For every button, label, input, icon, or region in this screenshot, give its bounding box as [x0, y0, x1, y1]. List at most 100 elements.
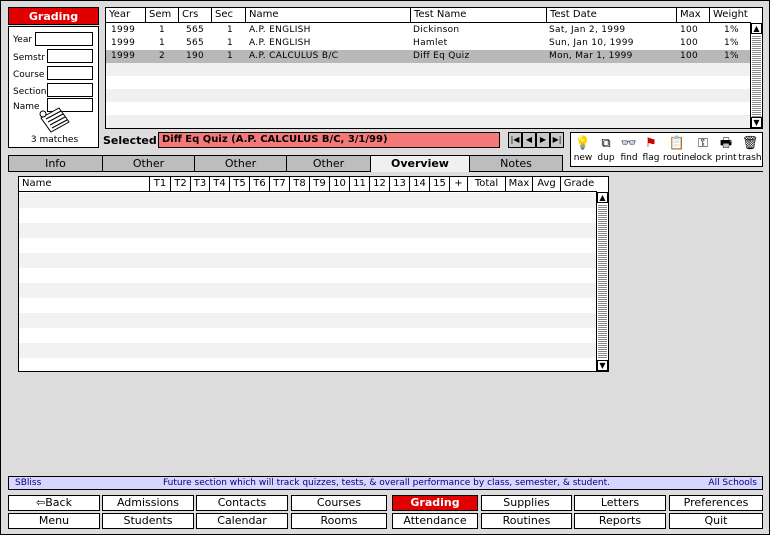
section-field[interactable] — [47, 83, 93, 97]
col-weight[interactable]: Weight — [710, 8, 751, 22]
first-record-icon[interactable]: |◀ — [508, 132, 522, 148]
nav-courses[interactable]: Courses — [291, 495, 387, 511]
col-more[interactable]: + — [450, 177, 468, 191]
scroll-track[interactable] — [598, 204, 607, 359]
grid-row[interactable] — [19, 328, 597, 343]
col-name[interactable]: Name — [246, 8, 411, 22]
semester-field[interactable] — [47, 49, 93, 63]
nav-quit[interactable]: Quit — [669, 513, 763, 529]
grid-row[interactable] — [19, 268, 597, 283]
status-school: All Schools — [708, 478, 757, 488]
scroll-down-icon[interactable]: ▼ — [751, 117, 762, 128]
col-t4[interactable]: T4 — [210, 177, 230, 191]
scroll-up-icon[interactable]: ▲ — [597, 192, 608, 203]
nav-students[interactable]: Students — [102, 513, 194, 529]
grid-row[interactable] — [19, 253, 597, 268]
nav-attendance[interactable]: Attendance — [392, 513, 478, 529]
tab-info[interactable]: Info — [8, 155, 103, 171]
tab-other-2[interactable]: Other — [194, 155, 287, 171]
grid-row[interactable] — [19, 358, 597, 371]
print-button[interactable]: 🖶 print — [714, 135, 738, 166]
year-field[interactable] — [35, 32, 93, 46]
nav-rooms[interactable]: Rooms — [291, 513, 387, 529]
col-t12[interactable]: 12 — [370, 177, 390, 191]
scroll-track[interactable] — [752, 35, 761, 118]
col-t2[interactable]: T2 — [171, 177, 191, 191]
grid-scrollbar[interactable]: ▲ ▼ — [596, 192, 608, 371]
tab-other-3[interactable]: Other — [286, 155, 371, 171]
col-t11[interactable]: 11 — [350, 177, 370, 191]
col-sec[interactable]: Sec — [212, 8, 246, 22]
nav-routines[interactable]: Routines — [481, 513, 572, 529]
grid-row[interactable] — [19, 343, 597, 358]
tab-overview[interactable]: Overview — [370, 155, 470, 172]
trash-button[interactable]: 🗑 trash — [738, 135, 762, 166]
cell-test-name: Hamlet — [413, 38, 448, 48]
cell-max: 100 — [680, 25, 699, 35]
col-t13[interactable]: 13 — [390, 177, 410, 191]
col-t9[interactable]: T9 — [310, 177, 330, 191]
col-t1[interactable]: T1 — [150, 177, 171, 191]
new-button[interactable]: 💡 new — [571, 135, 595, 166]
col-test-date[interactable]: Test Date — [547, 8, 677, 22]
nav-menu[interactable]: Menu — [8, 513, 100, 529]
nav-reports[interactable]: Reports — [574, 513, 666, 529]
table-row[interactable]: 1999 1 565 1 A.P. ENGLISH Hamlet Sun, Ja… — [106, 37, 751, 50]
last-record-icon[interactable]: ▶| — [550, 132, 564, 148]
course-field[interactable] — [47, 66, 93, 80]
grid-row[interactable] — [19, 193, 597, 208]
col-t10[interactable]: 10 — [330, 177, 350, 191]
next-record-icon[interactable]: ▶ — [536, 132, 550, 148]
grid-row[interactable] — [19, 223, 597, 238]
col-grade[interactable]: Grade — [561, 177, 597, 191]
table-row-selected[interactable]: 1999 2 190 1 A.P. CALCULUS B/C Diff Eq Q… — [106, 50, 751, 63]
nav-admissions[interactable]: Admissions — [102, 495, 194, 511]
col-max[interactable]: Max — [506, 177, 533, 191]
col-year[interactable]: Year — [106, 8, 146, 22]
grid-row[interactable] — [19, 208, 597, 223]
back-button[interactable]: ⇦Back — [8, 495, 100, 511]
nav-letters[interactable]: Letters — [574, 495, 666, 511]
routine-button[interactable]: 📋 routine — [663, 135, 695, 166]
col-t3[interactable]: T3 — [191, 177, 210, 191]
table-scrollbar[interactable]: ▲ ▼ — [750, 23, 762, 128]
col-avg[interactable]: Avg — [533, 177, 561, 191]
col-sem[interactable]: Sem — [146, 8, 179, 22]
nav-supplies[interactable]: Supplies — [481, 495, 572, 511]
col-max[interactable]: Max — [677, 8, 710, 22]
find-button[interactable]: 👓 find — [617, 135, 641, 166]
selected-record: Diff Eq Quiz (A.P. CALCULUS B/C, 3/1/99) — [158, 132, 500, 148]
grid-row[interactable] — [19, 298, 597, 313]
tab-notes[interactable]: Notes — [469, 155, 563, 171]
dup-button[interactable]: ⧉ dup — [594, 135, 618, 166]
empty-row — [106, 102, 751, 115]
scroll-up-icon[interactable]: ▲ — [751, 23, 762, 34]
grid-row[interactable] — [19, 238, 597, 253]
prev-record-icon[interactable]: ◀ — [522, 132, 536, 148]
col-t8[interactable]: T8 — [290, 177, 310, 191]
col-t15[interactable]: 15 — [430, 177, 450, 191]
grid-row[interactable] — [19, 283, 597, 298]
col-test-name[interactable]: Test Name — [411, 8, 547, 22]
nav-contacts[interactable]: Contacts — [196, 495, 288, 511]
col-t6[interactable]: T6 — [250, 177, 270, 191]
grading-window: Grading Year Semstr Course Section Name … — [0, 0, 770, 535]
nav-grading[interactable]: Grading — [392, 495, 478, 511]
table-row[interactable]: 1999 1 565 1 A.P. ENGLISH Dickinson Sat,… — [106, 24, 751, 37]
col-t5[interactable]: T5 — [230, 177, 250, 191]
nav-calendar[interactable]: Calendar — [196, 513, 288, 529]
col-crs[interactable]: Crs — [179, 8, 212, 22]
flag-button[interactable]: ⚑ flag — [639, 135, 663, 166]
toolbar: 💡 new ⧉ dup 👓 find ⚑ flag 📋 routine ⚿ lock 🖶 pr… — [570, 132, 763, 167]
lock-button[interactable]: ⚿ lock — [691, 135, 715, 166]
gradebook-icon[interactable] — [37, 106, 71, 134]
grid-row[interactable] — [19, 313, 597, 328]
col-t14[interactable]: 14 — [410, 177, 430, 191]
col-total[interactable]: Total — [468, 177, 506, 191]
tab-other-1[interactable]: Other — [102, 155, 195, 171]
glasses-icon: 👓 — [620, 136, 638, 151]
nav-preferences[interactable]: Preferences — [669, 495, 763, 511]
scroll-down-icon[interactable]: ▼ — [597, 360, 608, 371]
col-t7[interactable]: T7 — [270, 177, 290, 191]
col-student-name[interactable]: Name — [19, 177, 150, 191]
